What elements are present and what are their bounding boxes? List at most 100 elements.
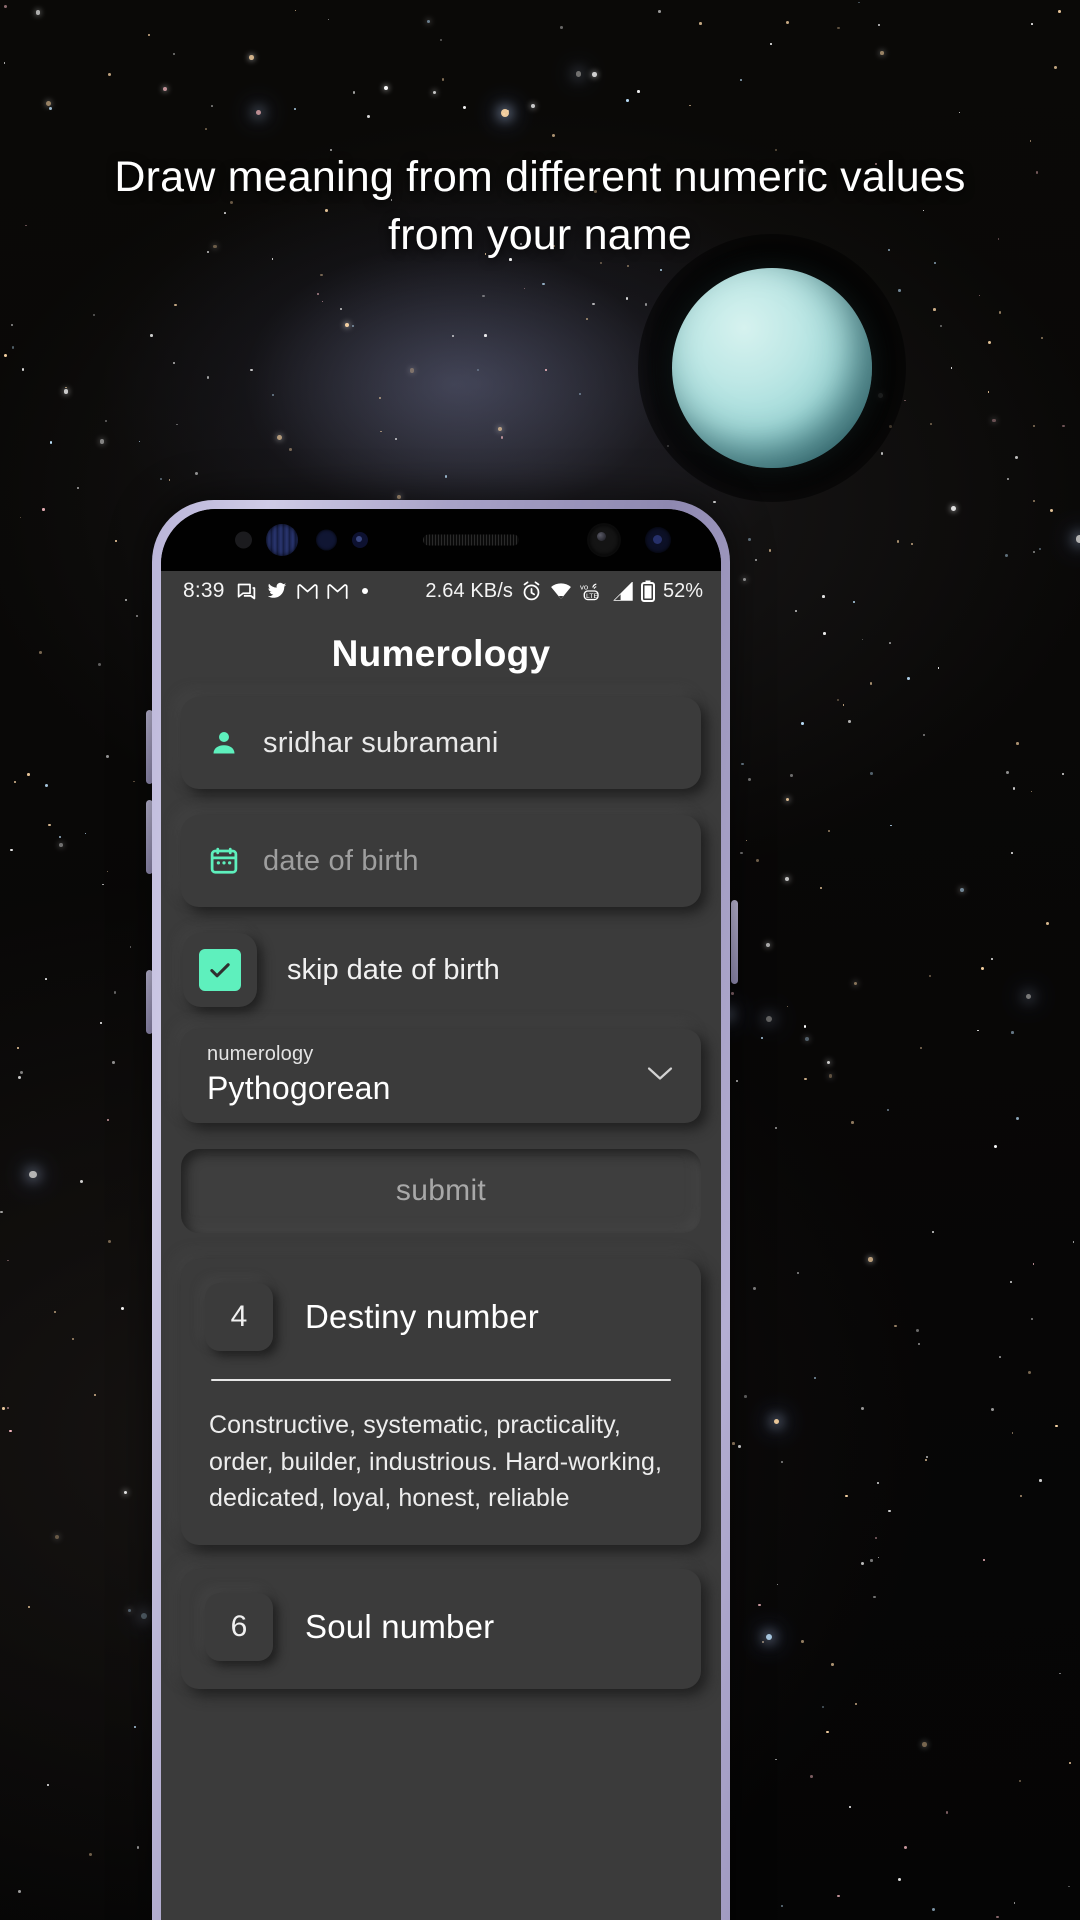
star — [29, 1170, 38, 1179]
star — [100, 439, 105, 444]
dob-input[interactable]: date of birth — [181, 815, 701, 907]
star — [699, 22, 702, 25]
star — [945, 1810, 949, 1814]
star — [868, 1257, 873, 1262]
planet-sphere — [672, 268, 872, 468]
result-card-header: 6 Soul number — [205, 1592, 677, 1661]
star — [503, 113, 506, 116]
star — [4, 4, 8, 8]
power-button[interactable] — [731, 900, 738, 984]
star — [1009, 1280, 1013, 1283]
star — [575, 71, 582, 77]
star — [921, 1742, 927, 1747]
star — [99, 1021, 103, 1024]
name-input[interactable]: sridhar subramani — [181, 697, 701, 789]
star — [271, 393, 275, 397]
dob-input-placeholder: date of birth — [263, 844, 419, 877]
front-camera-icon — [589, 525, 619, 555]
star — [1059, 1672, 1061, 1675]
star — [125, 599, 128, 602]
star — [7, 1259, 9, 1262]
star — [929, 422, 932, 425]
star — [49, 441, 53, 444]
phone-mockup: 8:39 2.64 KB/s vo LTE 52% Numerology sri… — [152, 500, 730, 1920]
star — [890, 824, 892, 827]
star — [16, 1046, 19, 1049]
star — [147, 33, 151, 36]
submit-button[interactable]: submit — [181, 1149, 701, 1233]
star — [380, 430, 382, 433]
star — [440, 39, 442, 42]
star — [591, 71, 597, 77]
star — [848, 1805, 852, 1809]
star — [45, 978, 47, 980]
star — [500, 436, 504, 440]
star — [133, 780, 135, 782]
star — [463, 105, 467, 109]
star — [172, 362, 175, 364]
chevron-down-icon[interactable] — [647, 1066, 673, 1087]
star — [1004, 554, 1009, 558]
star — [162, 87, 167, 92]
star — [476, 369, 479, 372]
star — [825, 1730, 829, 1734]
star — [998, 311, 1001, 314]
star — [869, 681, 873, 685]
star — [896, 540, 900, 544]
dropdown-selected-value: Pythogorean — [207, 1070, 391, 1106]
star — [826, 1060, 830, 1064]
secondary-camera-icon — [645, 527, 671, 553]
star — [860, 1562, 864, 1565]
star — [105, 420, 108, 423]
star — [531, 103, 536, 108]
star — [352, 325, 355, 328]
star — [625, 297, 629, 301]
star — [294, 10, 297, 12]
star — [441, 78, 445, 82]
star — [894, 1324, 897, 1328]
star — [872, 1595, 876, 1599]
star — [918, 1343, 921, 1346]
star — [107, 73, 111, 76]
star — [1030, 790, 1033, 792]
page-headline: Draw meaning from different numeric valu… — [114, 153, 966, 260]
star — [742, 577, 747, 582]
star — [660, 268, 663, 272]
skip-dob-label: skip date of birth — [287, 953, 500, 986]
star — [174, 303, 177, 307]
star — [1015, 1116, 1019, 1120]
star — [950, 367, 953, 370]
star — [80, 1180, 84, 1184]
star — [129, 946, 132, 948]
star — [205, 128, 207, 130]
submit-button-label: submit — [395, 1174, 487, 1207]
star — [713, 500, 716, 503]
skip-dob-row[interactable]: skip date of birth — [181, 933, 701, 1007]
star — [1006, 770, 1010, 774]
star — [396, 494, 402, 500]
star — [48, 106, 52, 110]
phone-screen-frame: 8:39 2.64 KB/s vo LTE 52% Numerology sri… — [161, 509, 721, 1920]
star — [120, 1306, 124, 1310]
star — [898, 289, 901, 293]
skip-dob-checkbox[interactable] — [183, 933, 257, 1007]
star — [748, 538, 752, 541]
star — [831, 1663, 834, 1666]
star — [774, 1126, 777, 1129]
star — [790, 774, 793, 778]
star — [1072, 1241, 1075, 1244]
numerology-system-dropdown[interactable]: numerology Pythogorean — [181, 1029, 701, 1123]
result-number: 4 — [230, 1300, 248, 1333]
star — [889, 642, 891, 644]
star — [990, 1407, 994, 1412]
star — [731, 991, 735, 995]
star — [102, 883, 104, 886]
star — [626, 99, 629, 102]
star — [786, 1005, 789, 1008]
star — [7, 1407, 10, 1409]
star — [804, 1037, 809, 1042]
star — [748, 777, 752, 781]
star — [732, 1442, 735, 1445]
star — [933, 308, 936, 311]
star — [124, 1490, 128, 1495]
